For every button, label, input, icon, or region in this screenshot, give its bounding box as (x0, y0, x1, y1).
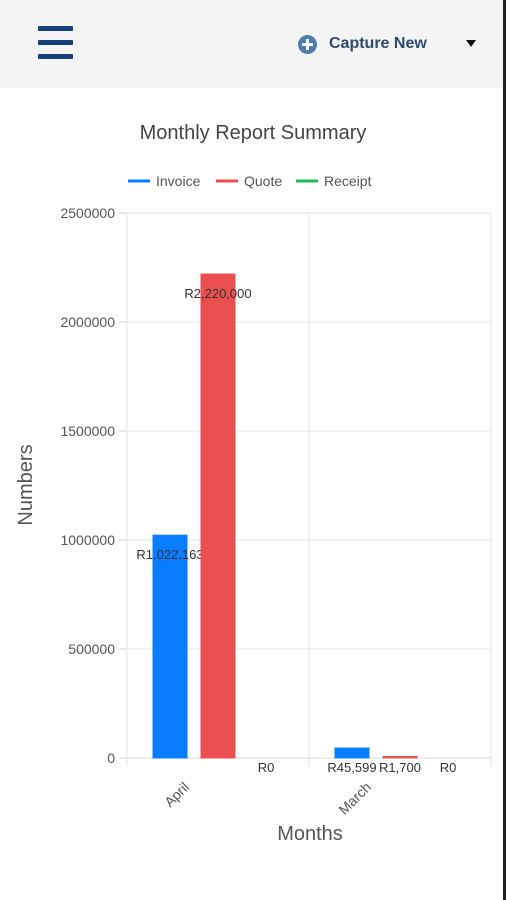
top-bar: Capture New (0, 0, 503, 88)
bar-quote-april (200, 273, 236, 759)
monthly-report-chart: Monthly Report Summary Invoice Quote Receip… (15, 122, 492, 845)
legend-label-receipt: Receipt (324, 173, 372, 189)
y-tick-label: 2000000 (60, 314, 115, 330)
capture-new-label: Capture New (329, 35, 427, 52)
data-label-receipt-march: R0 (440, 760, 457, 775)
bar-invoice-march (334, 747, 370, 759)
y-tick-label: 0 (107, 750, 115, 766)
y-tick-label: 500000 (68, 641, 115, 657)
data-label-quote-april: R2,220,000 (184, 286, 251, 301)
bar-invoice-april (152, 534, 188, 759)
data-label-invoice-april: R1,022,163 (136, 547, 203, 562)
data-label-invoice-march: R45,599 (327, 760, 376, 775)
y-tick-label: 2500000 (60, 205, 115, 221)
legend-label-invoice: Invoice (156, 173, 201, 189)
bar-quote-march (382, 756, 418, 759)
capture-new-button[interactable]: Capture New (298, 32, 427, 56)
data-label-receipt-april: R0 (258, 760, 275, 775)
plus-circle-icon (298, 34, 317, 54)
y-tick-label: 1000000 (60, 532, 115, 548)
legend-label-quote: Quote (244, 173, 282, 189)
chart-title: Monthly Report Summary (140, 122, 367, 144)
y-axis-title: Numbers (15, 444, 37, 525)
data-label-quote-march: R1,700 (379, 760, 421, 775)
x-tick-label-april: April (161, 779, 192, 810)
x-tick-label-march: March (335, 779, 374, 818)
y-tick-label: 1500000 (60, 423, 115, 439)
hamburger-menu-icon[interactable] (38, 26, 73, 60)
x-axis-title: Months (277, 823, 343, 845)
caret-down-icon[interactable] (466, 40, 476, 47)
